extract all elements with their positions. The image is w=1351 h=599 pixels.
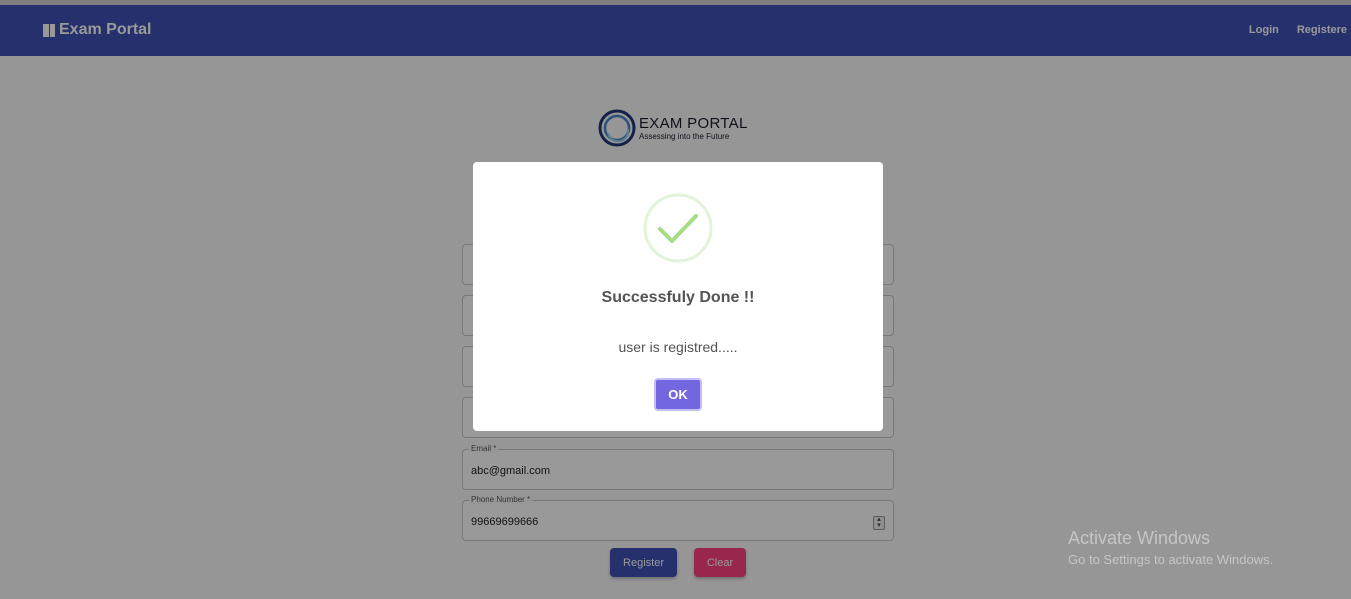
- dialog-title: Successfuly Done !!: [601, 289, 755, 306]
- watermark-subtitle: Go to Settings to activate Windows.: [1068, 552, 1274, 567]
- success-check-icon: [643, 193, 713, 263]
- dialog-message: user is registred.....: [618, 339, 738, 355]
- windows-activation-watermark: Activate Windows Go to Settings to activ…: [1068, 528, 1273, 567]
- watermark-title: Activate Windows: [1068, 528, 1211, 548]
- success-dialog: Successfuly Done !! user is registred...…: [473, 162, 883, 431]
- ok-button[interactable]: OK: [654, 378, 702, 411]
